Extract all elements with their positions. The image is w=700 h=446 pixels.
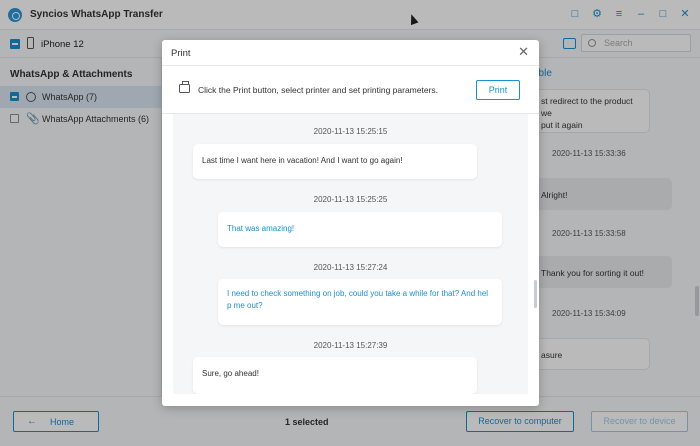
message-bubble: Last time I want here in vacation! And I… xyxy=(193,144,477,179)
message-bubble: That was amazing! xyxy=(218,212,502,247)
dialog-info-bar: Click the Print button, select printer a… xyxy=(162,66,539,114)
dialog-header: Print ✕ xyxy=(162,40,539,66)
print-instruction: Click the Print button, select printer a… xyxy=(198,85,439,95)
message-time: 2020-11-13 15:27:39 xyxy=(313,341,388,350)
print-button[interactable]: Print xyxy=(476,80,520,100)
message-time: 2020-11-13 15:27:24 xyxy=(313,263,388,272)
message-bubble: Sure, go ahead! xyxy=(193,357,477,394)
print-preview: 2020-11-13 15:25:15 Last time I want her… xyxy=(173,114,528,394)
message-bubble: I need to check something on job, could … xyxy=(218,279,502,325)
message-time: 2020-11-13 15:25:15 xyxy=(313,127,388,136)
print-dialog: Print ✕ Click the Print button, select p… xyxy=(162,40,539,406)
dialog-scrollbar[interactable] xyxy=(534,280,537,308)
close-icon[interactable]: ✕ xyxy=(518,45,529,59)
dialog-title: Print xyxy=(171,48,191,59)
message-time: 2020-11-13 15:25:25 xyxy=(313,195,388,204)
printer-icon xyxy=(179,81,190,93)
